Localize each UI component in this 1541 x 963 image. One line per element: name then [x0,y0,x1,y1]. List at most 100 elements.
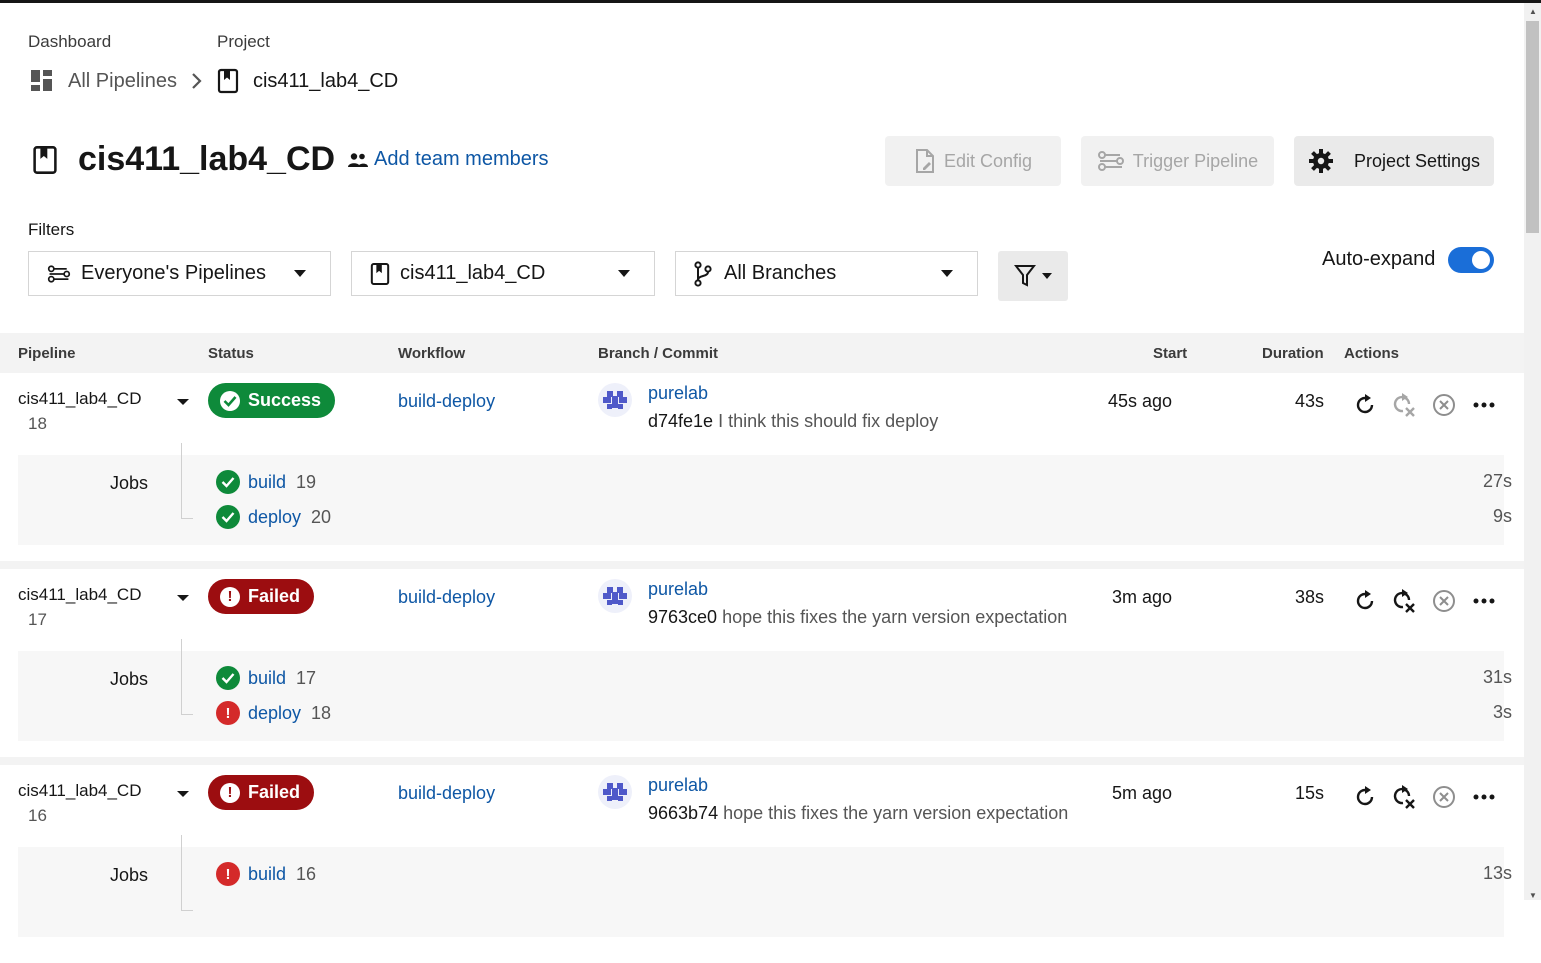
project-select[interactable]: cis411_lab4_CD [351,251,655,296]
jobs-panel: Jobs build 17 31s! deploy 18 3s [18,639,1512,741]
job-name-link[interactable]: deploy [248,507,301,528]
job-duration: 9s [1492,506,1512,526]
commit-sha-link[interactable]: 9763ce0 [648,607,717,627]
commit-author-link[interactable]: purelab [648,383,708,404]
rerun-icon[interactable] [1351,783,1379,811]
edit-config-button[interactable]: Edit Config [885,136,1061,186]
job-name-link[interactable]: build [248,668,286,689]
job-number: 18 [311,702,332,723]
workflow-link[interactable]: build-deploy [398,783,495,804]
cancel-icon[interactable] [1430,587,1458,615]
jobs-label: Jobs [110,865,149,885]
cancel-icon[interactable] [1430,783,1458,811]
scroll-up-icon[interactable]: ▲ [1529,7,1537,16]
more-icon[interactable] [1470,587,1498,615]
caret-down-icon [1042,273,1052,279]
expand-caret-icon[interactable] [177,399,189,405]
commit-message: I think this should fix deploy [718,411,939,431]
trigger-pipeline-label: Trigger Pipeline [1132,150,1259,171]
edit-config-label: Edit Config [943,150,1033,171]
alert-icon: ! [220,782,240,803]
alert-circle-icon: ! [216,862,240,886]
commit-sha-link[interactable]: 9663b74 [648,803,718,823]
breadcrumb-project-name[interactable]: cis411_lab4_CD [253,70,398,93]
tree-line [181,714,193,715]
tree-line [181,639,182,715]
tree-line [181,443,182,519]
commit-author-link[interactable]: purelab [648,775,708,796]
job-name-link[interactable]: build [248,472,286,493]
trigger-pipeline-button[interactable]: Trigger Pipeline [1081,136,1274,186]
rerun-failed-icon[interactable] [1390,587,1418,615]
pipeline-number: 18 [28,414,47,433]
pipeline-icon [1097,150,1133,172]
pipeline-row: cis411_lab4_CD 17! Failed build-deploy purel… [0,569,1524,767]
commit-sha-link[interactable]: d74fe1e [648,411,713,431]
job-number: 16 [296,863,317,884]
job-number: 19 [296,471,317,492]
project-title: cis411_lab4_CD [78,140,336,178]
pipeline-number: 17 [28,610,47,629]
expand-caret-icon[interactable] [177,791,189,797]
dashboard-icon [30,69,54,93]
job-number: 20 [311,506,332,527]
pipeline-name-link[interactable]: cis411_lab4_CD [18,781,141,801]
gear-icon [1308,148,1342,174]
page-title: cis411_lab4_CD [32,140,335,179]
avatar [598,775,632,809]
file-edit-icon [914,148,944,174]
status-label: Failed [248,586,301,606]
filter-button[interactable] [998,251,1068,301]
scrollbar-thumb[interactable] [1526,21,1539,233]
more-icon[interactable] [1470,391,1498,419]
rerun-icon[interactable] [1351,391,1379,419]
all-pipelines-link[interactable]: All Pipelines [68,70,177,93]
col-branch-commit: Branch / Commit [598,345,719,362]
workflow-link[interactable]: build-deploy [398,391,495,412]
status-badge[interactable]: Success [208,383,336,418]
col-actions: Actions [1344,345,1400,362]
auto-expand-toggle[interactable] [1448,247,1494,273]
row-separator [0,757,1524,765]
job-duration: 31s [1482,667,1512,687]
workflow-link[interactable]: build-deploy [398,587,495,608]
job-item: ! deploy 18 [216,700,331,726]
start-time: 45s ago [1107,391,1172,411]
project-settings-button[interactable]: Project Settings [1294,136,1494,186]
more-icon[interactable] [1470,783,1498,811]
col-status: Status [208,345,254,362]
tree-line [181,910,193,911]
job-name-link[interactable]: build [248,864,286,885]
pipelines-owner-select[interactable]: Everyone's Pipelines [28,251,331,296]
commit-info: d74fe1e I think this should fix deploy [648,411,938,432]
pipeline-name-link[interactable]: cis411_lab4_CD [18,585,141,605]
cancel-icon[interactable] [1430,391,1458,419]
job-number: 17 [296,667,317,688]
commit-author-link[interactable]: purelab [648,579,708,600]
breadcrumb-dashboard-label: Dashboard [28,32,112,51]
status-badge[interactable]: ! Failed [208,775,315,810]
scroll-down-icon[interactable]: ▼ [1529,891,1537,900]
add-team-members-link[interactable]: Add team members [347,148,549,171]
scrollbar[interactable]: ▲ ▼ [1524,3,1541,900]
branch-select[interactable]: All Branches [675,251,978,296]
caret-down-icon [618,270,630,277]
git-branch-icon [694,260,712,287]
commit-message: hope this fixes the yarn version expecta… [722,607,1068,627]
status-badge[interactable]: ! Failed [208,579,315,614]
jobs-label: Jobs [110,473,149,493]
rerun-failed-icon[interactable] [1390,783,1418,811]
pipeline-name-link[interactable]: cis411_lab4_CD [18,389,141,409]
caret-down-icon [294,270,306,277]
pipeline-row: cis411_lab4_CD 16 ! Failed build-deploy purel… [0,765,1524,963]
expand-caret-icon[interactable] [177,595,189,601]
pipeline-number: 16 [28,806,47,825]
job-item: build 17 [216,665,316,691]
col-workflow: Workflow [398,345,466,362]
alert-icon: ! [220,586,240,607]
rerun-icon[interactable] [1351,587,1379,615]
rerun-failed-icon[interactable] [1390,391,1418,419]
duration: 38s [1294,587,1324,607]
start-time: 3m ago [1111,587,1172,607]
job-name-link[interactable]: deploy [248,703,301,724]
